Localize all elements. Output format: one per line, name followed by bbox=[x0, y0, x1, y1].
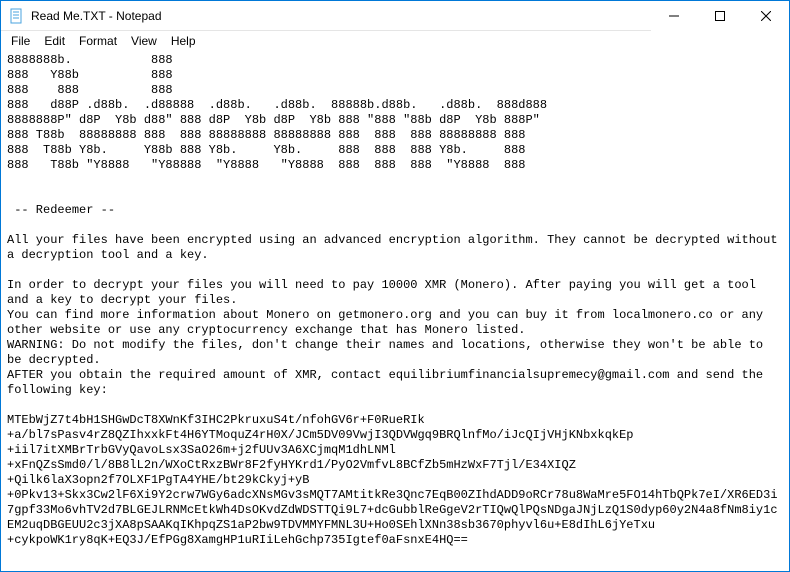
notepad-icon bbox=[9, 8, 25, 24]
menu-format[interactable]: Format bbox=[73, 33, 123, 49]
titlebar[interactable]: Read Me.TXT - Notepad bbox=[1, 1, 789, 31]
window-title: Read Me.TXT - Notepad bbox=[31, 9, 162, 23]
close-button[interactable] bbox=[743, 1, 789, 31]
maximize-button[interactable] bbox=[697, 1, 743, 31]
menu-help[interactable]: Help bbox=[165, 33, 202, 49]
notepad-window: Read Me.TXT - Notepad File Edit Format V… bbox=[0, 0, 790, 572]
text-area[interactable]: 8888888b. 888 888 Y88b 888 888 888 888 8… bbox=[1, 51, 789, 571]
menu-view[interactable]: View bbox=[125, 33, 163, 49]
menu-edit[interactable]: Edit bbox=[38, 33, 71, 49]
minimize-button[interactable] bbox=[651, 1, 697, 31]
menu-file[interactable]: File bbox=[5, 33, 36, 49]
menubar: File Edit Format View Help bbox=[1, 31, 789, 51]
